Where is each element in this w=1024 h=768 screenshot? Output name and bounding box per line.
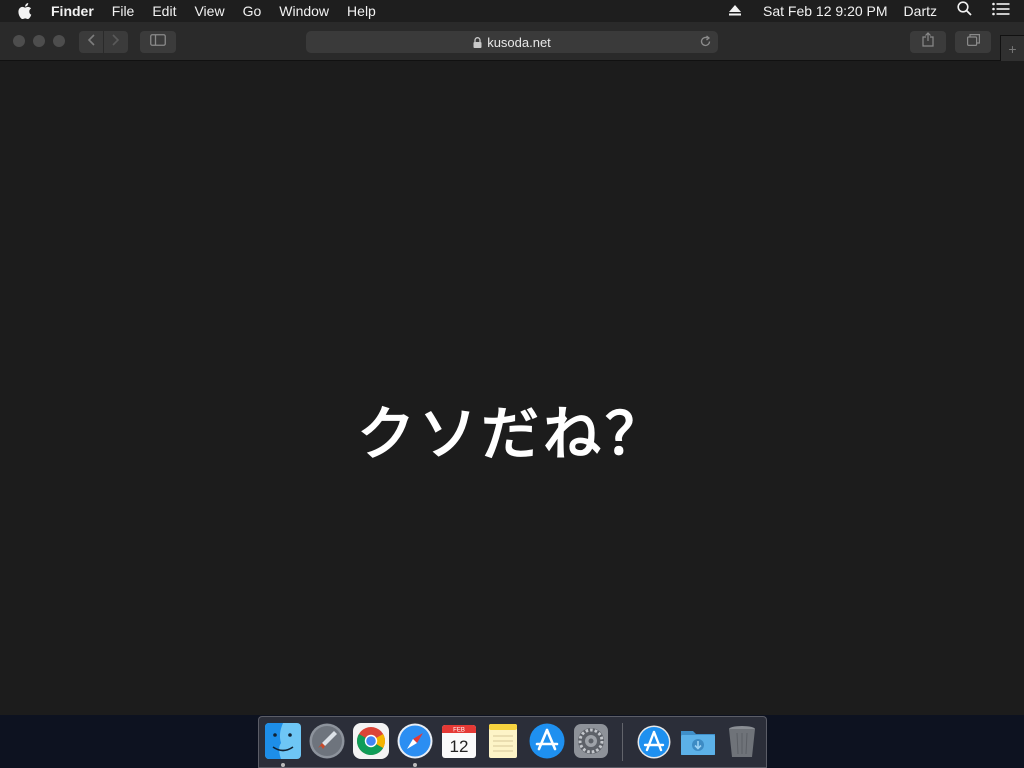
browser-toolbar: kusoda.net + bbox=[0, 22, 1024, 61]
calendar-day: 12 bbox=[450, 737, 469, 756]
dock-launchpad-icon[interactable] bbox=[308, 722, 346, 760]
dock-calendar-icon[interactable]: FEB 12 bbox=[440, 722, 478, 760]
menu-window[interactable]: Window bbox=[270, 0, 338, 22]
back-button[interactable] bbox=[79, 31, 103, 53]
dock-app-store-icon[interactable] bbox=[528, 722, 566, 760]
menu-go[interactable]: Go bbox=[234, 0, 271, 22]
close-window-button[interactable] bbox=[13, 35, 25, 47]
sidebar-button[interactable] bbox=[140, 31, 176, 53]
spotlight-search-icon[interactable] bbox=[949, 0, 980, 22]
web-page-content: クソだね？ bbox=[0, 62, 1024, 715]
dock-downloads-folder-icon[interactable] bbox=[679, 722, 717, 760]
dock-app-store-downloads-icon[interactable] bbox=[635, 722, 673, 760]
address-bar[interactable]: kusoda.net bbox=[306, 31, 718, 53]
running-indicator bbox=[413, 763, 417, 767]
tabs-overview-icon bbox=[966, 33, 980, 51]
notification-center-icon[interactable] bbox=[980, 0, 1024, 22]
menu-file[interactable]: File bbox=[103, 0, 144, 22]
dock-notes-icon[interactable] bbox=[484, 722, 522, 760]
sidebar-icon bbox=[150, 33, 166, 51]
menubar-user[interactable]: Dartz bbox=[898, 0, 949, 22]
eject-icon[interactable] bbox=[721, 0, 749, 22]
apple-icon[interactable] bbox=[0, 3, 42, 19]
reload-icon[interactable] bbox=[699, 35, 712, 51]
tabs-overview-button[interactable] bbox=[955, 31, 991, 53]
dock-finder-icon[interactable] bbox=[264, 722, 302, 760]
minimize-window-button[interactable] bbox=[33, 35, 45, 47]
running-indicator bbox=[281, 763, 285, 767]
dock-trash-icon[interactable] bbox=[723, 722, 761, 760]
menu-view[interactable]: View bbox=[185, 0, 233, 22]
lock-icon bbox=[473, 36, 482, 48]
dock-system-preferences-icon[interactable] bbox=[572, 722, 610, 760]
new-tab-icon[interactable]: + bbox=[1000, 35, 1024, 61]
menu-bar: Finder File Edit View Go Window Help Sat… bbox=[0, 0, 1024, 22]
forward-button[interactable] bbox=[104, 31, 128, 53]
forward-icon bbox=[112, 33, 120, 51]
share-button[interactable] bbox=[910, 31, 946, 53]
dock-chrome-icon[interactable] bbox=[352, 722, 390, 760]
dock: FEB 12 bbox=[258, 716, 767, 768]
menubar-clock[interactable]: Sat Feb 12 9:20 PM bbox=[749, 0, 898, 22]
menu-help[interactable]: Help bbox=[338, 0, 385, 22]
safari-window: kusoda.net + クソだね？ bbox=[0, 22, 1024, 715]
dock-separator bbox=[622, 723, 623, 761]
share-icon bbox=[922, 32, 934, 52]
app-menu-finder[interactable]: Finder bbox=[42, 0, 103, 22]
back-icon bbox=[87, 33, 95, 51]
calendar-month: FEB bbox=[453, 728, 465, 734]
address-url: kusoda.net bbox=[487, 34, 551, 50]
page-headline: クソだね？ bbox=[356, 400, 667, 468]
menu-edit[interactable]: Edit bbox=[143, 0, 185, 22]
zoom-window-button[interactable] bbox=[53, 35, 65, 47]
dock-safari-icon[interactable] bbox=[396, 722, 434, 760]
